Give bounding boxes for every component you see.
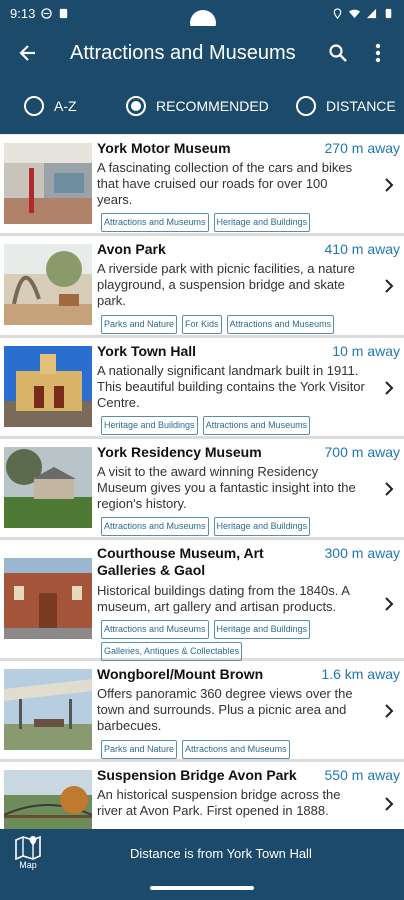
tag: Attractions and Museums (101, 213, 209, 232)
tag: Attractions and Museums (226, 315, 335, 334)
sync-icon (41, 7, 53, 19)
tag: Attractions and Museums (101, 620, 209, 639)
sort-option-a-z[interactable]: A-Z (24, 96, 77, 116)
map-button[interactable]: Map (10, 834, 46, 870)
battery-icon (385, 8, 392, 18)
radio-distance[interactable] (296, 96, 316, 116)
item-description: Historical buildings dating from the 184… (97, 583, 350, 614)
item-name: Avon Park (97, 241, 166, 257)
item-name: York Residency Museum (97, 444, 262, 460)
thumbnail-image (4, 558, 92, 639)
thumbnail-image (4, 346, 92, 427)
sort-options: A-Z RECOMMENDED DISTANCE (0, 80, 404, 134)
tag: Heritage and Buildings (101, 416, 198, 435)
sort-label-a-z: A-Z (54, 98, 77, 114)
item-description: A nationally significant landmark built … (97, 363, 365, 410)
search-icon (329, 44, 347, 62)
thumbnail-image (4, 447, 92, 528)
search-button[interactable] (318, 26, 358, 80)
tag: Attractions and Museums (101, 517, 209, 536)
chevron-right-icon (385, 381, 394, 395)
chevron-right-icon (385, 482, 394, 496)
item-tags: Attractions and Museums Heritage and Bui… (101, 517, 371, 536)
item-description: A visit to the award winning Residency M… (97, 464, 356, 511)
item-distance: 10 m away (332, 343, 400, 359)
wifi-icon (349, 9, 360, 18)
item-tags: Attractions and Museums Heritage and Bui… (101, 213, 371, 232)
thumbnail-image (4, 669, 92, 750)
tag: Heritage and Buildings (213, 213, 311, 232)
list-item[interactable]: Avon Park 410 m away A riverside park wi… (0, 236, 404, 338)
signal-icon (366, 8, 377, 18)
app-bar: Attractions and Museums (0, 26, 404, 80)
sort-label-recommended: RECOMMENDED (156, 98, 269, 114)
sort-option-distance[interactable]: DISTANCE (296, 96, 396, 116)
attractions-list: York Motor Museum 270 m away A fascinati… (0, 135, 404, 829)
item-description: A riverside park with picnic facilities,… (97, 261, 355, 308)
storage-icon (60, 8, 68, 18)
map-icon (15, 835, 41, 860)
radio-recommended[interactable] (126, 96, 146, 116)
sort-label-distance: DISTANCE (326, 98, 396, 114)
chevron-right-icon (385, 178, 394, 192)
thumbnail-image (4, 770, 92, 829)
list-item[interactable]: Suspension Bridge Avon Park 550 m away A… (0, 762, 404, 829)
item-distance: 1.6 km away (321, 666, 400, 682)
list-item[interactable]: York Residency Museum 700 m away A visit… (0, 439, 404, 540)
item-distance: 410 m away (324, 241, 400, 257)
tag: Attractions and Museums (202, 416, 311, 435)
tag: For Kids (182, 315, 222, 334)
chevron-right-icon (385, 797, 394, 811)
bottom-bar: Map Distance is from York Town Hall (0, 829, 404, 878)
item-name: Wongborel/Mount Brown (97, 666, 264, 682)
item-tags: Attractions and Museums Heritage and Bui… (101, 620, 371, 661)
item-name: Courthouse Museum, Art Galleries & Gaol (97, 545, 264, 578)
item-distance: 550 m away (324, 767, 400, 783)
distance-note: Distance is from York Town Hall (130, 846, 312, 861)
item-description: A fascinating collection of the cars and… (97, 160, 353, 207)
chevron-right-icon (385, 279, 394, 293)
tag: Heritage and Buildings (213, 620, 311, 639)
item-distance: 270 m away (324, 140, 400, 156)
list-item[interactable]: York Town Hall 10 m away A nationally si… (0, 338, 404, 439)
list-item[interactable]: Wongborel/Mount Brown 1.6 km away Offers… (0, 661, 404, 762)
list-item[interactable]: York Motor Museum 270 m away A fascinati… (0, 135, 404, 236)
list-item[interactable]: Courthouse Museum, Art Galleries & Gaol … (0, 540, 404, 661)
item-name: Suspension Bridge Avon Park (97, 767, 297, 783)
thumbnail-image (4, 143, 92, 224)
item-tags: Parks and Nature Attractions and Museums (101, 740, 371, 759)
tag: Galleries, Antiques & Collectables (101, 642, 243, 661)
thumbnail-image (4, 244, 92, 325)
page-title: Attractions and Museums (70, 41, 296, 64)
item-distance: 300 m away (324, 545, 400, 561)
sort-option-recommended[interactable]: RECOMMENDED (126, 96, 269, 116)
tag: Attractions and Museums (182, 740, 290, 759)
map-label: Map (19, 860, 37, 870)
more-vert-icon (375, 43, 381, 63)
item-description: Offers panoramic 360 degree views over t… (97, 686, 353, 733)
item-name: York Town Hall (97, 343, 197, 359)
overflow-menu-button[interactable] (358, 26, 398, 80)
item-tags: Parks and Nature For Kids Attractions an… (101, 315, 371, 334)
home-indicator[interactable] (150, 886, 254, 890)
tag: Parks and Nature (101, 315, 178, 334)
tag: Parks and Nature (101, 740, 178, 759)
status-time: 9:13 (10, 5, 36, 21)
item-tags: Heritage and Buildings Attractions and M… (101, 416, 371, 435)
chevron-right-icon (385, 704, 394, 718)
tag: Heritage and Buildings (213, 517, 311, 536)
item-distance: 700 m away (324, 444, 400, 460)
location-icon (333, 7, 342, 19)
system-nav-bar (0, 878, 404, 900)
radio-a-z[interactable] (24, 96, 44, 116)
arrow-back-icon (19, 45, 35, 61)
item-name: York Motor Museum (97, 140, 231, 156)
chevron-right-icon (385, 597, 394, 611)
item-description: An historical suspension bridge across t… (97, 787, 341, 818)
back-button[interactable] (0, 26, 56, 80)
